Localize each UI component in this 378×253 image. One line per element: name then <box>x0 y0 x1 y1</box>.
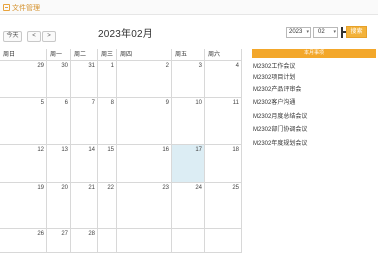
day-cell[interactable]: 30 <box>47 61 71 98</box>
calendar-title: 2023年02月 <box>98 29 153 40</box>
day-cell[interactable]: 12 <box>0 145 47 183</box>
day-number: 20 <box>61 185 68 191</box>
day-number: 17 <box>195 147 202 153</box>
chevron-down-icon: ▾ <box>306 29 309 35</box>
month-value: 02 <box>318 29 325 35</box>
day-cell[interactable]: 11 <box>205 98 242 145</box>
event-item[interactable]: M2302月度总结会议 <box>253 111 376 120</box>
day-number: 25 <box>232 185 239 191</box>
day-cell[interactable]: 27 <box>47 229 71 253</box>
day-cell[interactable] <box>205 229 242 253</box>
year-select[interactable]: 2023 ▾ <box>286 27 311 38</box>
day-number: 11 <box>232 100 239 106</box>
window-title: 文件管理 <box>12 5 40 12</box>
event-item[interactable]: M2302客户沟通 <box>253 97 376 106</box>
day-number: 24 <box>195 185 202 191</box>
day-cell[interactable] <box>98 229 117 253</box>
day-cell[interactable]: 23 <box>117 183 172 229</box>
weekday-header: 周六 <box>205 49 242 61</box>
weekday-header: 周四 <box>117 49 172 61</box>
day-cell[interactable]: 22 <box>98 183 117 229</box>
day-number: 13 <box>61 147 68 153</box>
day-cell[interactable]: 14 <box>71 145 98 183</box>
day-number: 5 <box>40 100 44 106</box>
day-number: 31 <box>88 63 95 69</box>
day-cell[interactable] <box>117 229 172 253</box>
day-cell[interactable]: 21 <box>71 183 98 229</box>
event-item[interactable]: M2302工作会议 <box>253 61 376 70</box>
day-cell[interactable]: 19 <box>0 183 47 229</box>
day-number: 12 <box>37 147 44 153</box>
day-number: 1 <box>110 63 114 69</box>
day-cell[interactable]: 4 <box>205 61 242 98</box>
day-cell[interactable]: 13 <box>47 145 71 183</box>
day-number: 9 <box>165 100 169 106</box>
year-value: 2023 <box>289 29 303 35</box>
day-number: 3 <box>198 63 202 69</box>
day-cell[interactable]: 16 <box>117 145 172 183</box>
day-cell[interactable]: 31 <box>71 61 98 98</box>
day-number: 30 <box>61 63 68 69</box>
day-cell[interactable]: 15 <box>98 145 117 183</box>
day-number: 8 <box>110 100 114 106</box>
day-number: 21 <box>88 185 95 191</box>
day-number: 6 <box>64 100 68 106</box>
day-cell[interactable]: 24 <box>172 183 205 229</box>
day-number: 29 <box>37 63 44 69</box>
event-item[interactable]: M2302产品评审会 <box>253 84 376 93</box>
weekday-header: 周一 <box>47 49 71 61</box>
month-select[interactable]: 02 ▾ <box>313 27 338 38</box>
day-number: 14 <box>88 147 95 153</box>
day-cell[interactable]: 26 <box>0 229 47 253</box>
day-cell[interactable]: 18 <box>205 145 242 183</box>
day-cell[interactable]: 1 <box>98 61 117 98</box>
day-cell[interactable]: 5 <box>0 98 47 145</box>
day-cell[interactable]: 8 <box>98 98 117 145</box>
day-cell[interactable]: 6 <box>47 98 71 145</box>
day-number: 27 <box>61 231 68 237</box>
day-cell[interactable]: 2 <box>117 61 172 98</box>
day-number: 16 <box>162 147 169 153</box>
weekday-header: 周日 <box>0 49 47 61</box>
day-number: 15 <box>107 147 114 153</box>
day-number: 4 <box>235 63 239 69</box>
chevron-down-icon: ▾ <box>333 29 336 35</box>
title-bar: 文件管理 <box>0 0 378 15</box>
prev-month-button[interactable]: < <box>27 31 41 42</box>
day-cell[interactable]: 3 <box>172 61 205 98</box>
weekday-header: 周三 <box>98 49 117 61</box>
day-cell-today[interactable]: 17 <box>172 145 205 183</box>
event-item[interactable]: M2302项目计划 <box>253 72 376 81</box>
day-number: 2 <box>165 63 169 69</box>
next-month-button[interactable]: > <box>42 31 56 42</box>
day-number: 26 <box>37 231 44 237</box>
weekday-header: 周五 <box>172 49 205 61</box>
day-number: 18 <box>232 147 239 153</box>
calendar-grid: 周日 周一 周二 周三 周四 周五 周六 29 30 31 1 2 3 4 5 6 7 8 9 10 11 12 13 14 1… <box>0 49 242 253</box>
day-number: 28 <box>88 231 95 237</box>
events-panel-header: 本月事项 <box>252 49 376 58</box>
day-cell[interactable]: 25 <box>205 183 242 229</box>
today-button[interactable]: 今天 <box>3 31 22 42</box>
day-number: 22 <box>107 185 114 191</box>
day-cell[interactable]: 10 <box>172 98 205 145</box>
event-item[interactable]: M2302年度规划会议 <box>253 138 376 147</box>
day-number: 7 <box>91 100 95 106</box>
day-cell[interactable] <box>172 229 205 253</box>
day-cell[interactable]: 7 <box>71 98 98 145</box>
day-number: 10 <box>195 100 202 106</box>
day-cell[interactable]: 20 <box>47 183 71 229</box>
day-number: 19 <box>37 185 44 191</box>
weekday-header: 周二 <box>71 49 98 61</box>
day-number: 23 <box>162 185 169 191</box>
day-cell[interactable]: 29 <box>0 61 47 98</box>
day-cell[interactable]: 9 <box>117 98 172 145</box>
search-button[interactable]: 搜索 <box>346 26 367 38</box>
divider-icon <box>341 27 346 38</box>
folder-icon <box>3 4 10 11</box>
event-item[interactable]: M2302部门协调会议 <box>253 124 376 133</box>
day-cell[interactable]: 28 <box>71 229 98 253</box>
